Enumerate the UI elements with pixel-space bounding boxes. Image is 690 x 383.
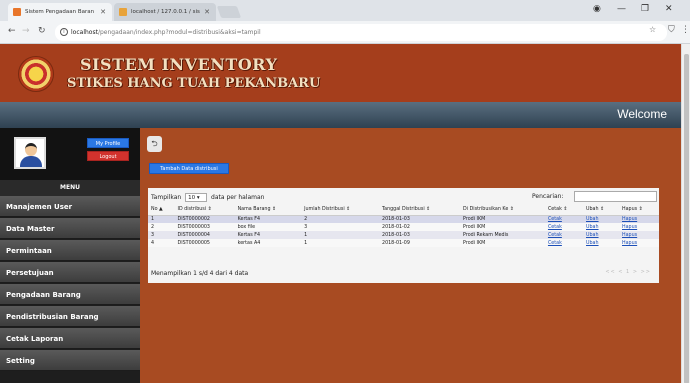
show-suffix: data per halaman [211, 194, 265, 201]
ubah-link[interactable]: Ubah [586, 241, 599, 246]
tab-label: Sistem Pengadaan Baran [25, 9, 95, 15]
tab-label: localhost / 127.0.0.1 / sis [131, 9, 200, 15]
table-footer: Menampilkan 1 s/d 4 dari 4 data << < 1 >… [148, 264, 659, 282]
url-path: /pengadaan/index.php?modul=distribusi&ak… [97, 29, 261, 36]
col-hapus[interactable]: Hapus ⇕ [619, 205, 659, 216]
site-title: SISTEM INVENTORY [80, 55, 278, 74]
table-info: Menampilkan 1 s/d 4 dari 4 data [151, 270, 249, 277]
avatar-body-icon [20, 156, 42, 167]
cetak-link[interactable]: Cetak [548, 241, 562, 246]
site-header: SISTEM INVENTORY STIKES HANG TUAH PEKANB… [0, 44, 681, 102]
close-window-icon[interactable]: ✕ [665, 4, 673, 14]
avatar [14, 137, 46, 169]
url-host: localhost [71, 29, 98, 36]
table-row: 1 DIST0000002 Kertas F4 2 2018-01-03 Pro… [148, 215, 659, 223]
col-tujuan[interactable]: Di Distribusikan Ke ⇕ [460, 205, 545, 216]
sidebar-item-persetujuan[interactable]: Persetujuan [0, 262, 140, 283]
table-row: 2 DIST0000003 box file 3 2018-01-02 Prod… [148, 223, 659, 231]
sidebar-item-manajemen-user[interactable]: Manajemen User [0, 196, 140, 217]
distribusi-table: No ▲ ID distribusi ⇕ Nama Barang ⇕ Jumla… [148, 205, 659, 247]
ubah-link[interactable]: Ubah [586, 225, 599, 230]
favicon-icon [119, 8, 127, 16]
scrollbar-thumb[interactable] [684, 54, 689, 383]
sidebar-item-permintaan[interactable]: Permintaan [0, 240, 140, 261]
hapus-link[interactable]: Hapus [622, 241, 637, 246]
cetak-link[interactable]: Cetak [548, 233, 562, 238]
hapus-link[interactable]: Hapus [622, 225, 637, 230]
browser-tab-2[interactable]: localhost / 127.0.0.1 / sis ✕ [114, 3, 216, 21]
welcome-band: Welcome [0, 102, 681, 128]
col-id[interactable]: ID distribusi ⇕ [174, 205, 235, 216]
browser-tab-1[interactable]: Sistem Pengadaan Baran ✕ [8, 3, 112, 21]
site-subtitle: STIKES HANG TUAH PEKANBARU [67, 76, 321, 91]
sidebar-item-pengadaan-barang[interactable]: Pengadaan Barang [0, 284, 140, 305]
page-length-control: Tampilkan 10 ▾ data per halaman [151, 193, 264, 202]
sidebar-item-cetak-laporan[interactable]: Cetak Laporan [0, 328, 140, 349]
table-controls: Tampilkan 10 ▾ data per halaman Pencaria… [148, 188, 659, 205]
close-tab-icon[interactable]: ✕ [204, 8, 210, 16]
hapus-link[interactable]: Hapus [622, 233, 637, 238]
col-tanggal[interactable]: Tanggal Distribusi ⇕ [379, 205, 461, 216]
show-prefix: Tampilkan [151, 194, 182, 201]
cetak-link[interactable]: Cetak [548, 217, 562, 222]
logo-icon [18, 56, 54, 92]
table-row: 4 DIST0000005 kertas A4 1 2018-01-09 Pro… [148, 239, 659, 247]
shield-icon[interactable]: ⛉ [668, 25, 675, 35]
col-jumlah[interactable]: Jumlah Distribusi ⇕ [301, 205, 380, 216]
col-cetak[interactable]: Cetak ⇕ [544, 205, 583, 216]
profile-box: My Profile Logout [0, 128, 140, 180]
close-tab-icon[interactable]: ✕ [100, 8, 106, 16]
info-icon[interactable]: i [60, 28, 68, 36]
forward-icon[interactable]: → [22, 26, 30, 36]
back-icon[interactable]: ← [8, 26, 16, 36]
account-icon[interactable]: ◉ [593, 4, 601, 14]
back-arrow-icon: ⮌ [151, 139, 158, 148]
sidebar-item-pendistribusian-barang[interactable]: Pendistribusian Barang [0, 306, 140, 327]
ubah-link[interactable]: Ubah [586, 217, 599, 222]
bookmark-star-icon[interactable]: ☆ [649, 25, 656, 34]
favicon-icon [13, 8, 21, 16]
add-distribusi-button[interactable]: Tambah Data distribusi [149, 163, 229, 174]
new-tab-button[interactable] [216, 6, 242, 18]
table-row: 3 DIST0000004 Kertas F4 1 2018-01-03 Pro… [148, 231, 659, 239]
col-nama[interactable]: Nama Barang ⇕ [234, 205, 302, 216]
maximize-icon[interactable]: ❐ [641, 4, 649, 14]
address-bar: ← → ↻ i localhost/pengadaan/index.php?mo… [0, 21, 690, 44]
col-no[interactable]: No ▲ [148, 205, 175, 216]
sidebar-item-setting[interactable]: Setting [0, 350, 140, 371]
welcome-text: Welcome [617, 107, 667, 121]
ubah-link[interactable]: Ubah [586, 233, 599, 238]
sidebar: My Profile Logout MENU Manajemen User Da… [0, 128, 140, 383]
search-input[interactable] [574, 191, 657, 202]
menu-heading: MENU [0, 180, 140, 196]
data-table-panel: Tampilkan 10 ▾ data per halaman Pencaria… [148, 188, 659, 283]
sidebar-item-data-master[interactable]: Data Master [0, 218, 140, 239]
url-input[interactable]: i localhost/pengadaan/index.php?modul=di… [55, 24, 667, 41]
col-ubah[interactable]: Ubah ⇕ [583, 205, 620, 216]
my-profile-button[interactable]: My Profile [87, 138, 129, 148]
page-scrollbar[interactable] [681, 44, 690, 383]
logout-button[interactable]: Logout [87, 151, 129, 161]
cetak-link[interactable]: Cetak [548, 225, 562, 230]
hapus-link[interactable]: Hapus [622, 217, 637, 222]
reload-icon[interactable]: ↻ [38, 26, 46, 36]
page-length-select[interactable]: 10 ▾ [185, 193, 208, 202]
back-button[interactable]: ⮌ [147, 136, 162, 152]
menu-kebab-icon[interactable]: ⋮ [681, 25, 690, 35]
search-label: Pencarian: [532, 193, 564, 200]
table-header-row: No ▲ ID distribusi ⇕ Nama Barang ⇕ Jumla… [148, 205, 659, 216]
avatar-head-icon [25, 143, 37, 156]
browser-tabbar: Sistem Pengadaan Baran ✕ localhost / 127… [0, 0, 690, 21]
main-content: ⮌ Tambah Data distribusi Tampilkan 10 ▾ … [140, 128, 681, 383]
minimize-icon[interactable]: — [617, 4, 626, 14]
pagination[interactable]: << < 1 > >> [605, 269, 651, 275]
